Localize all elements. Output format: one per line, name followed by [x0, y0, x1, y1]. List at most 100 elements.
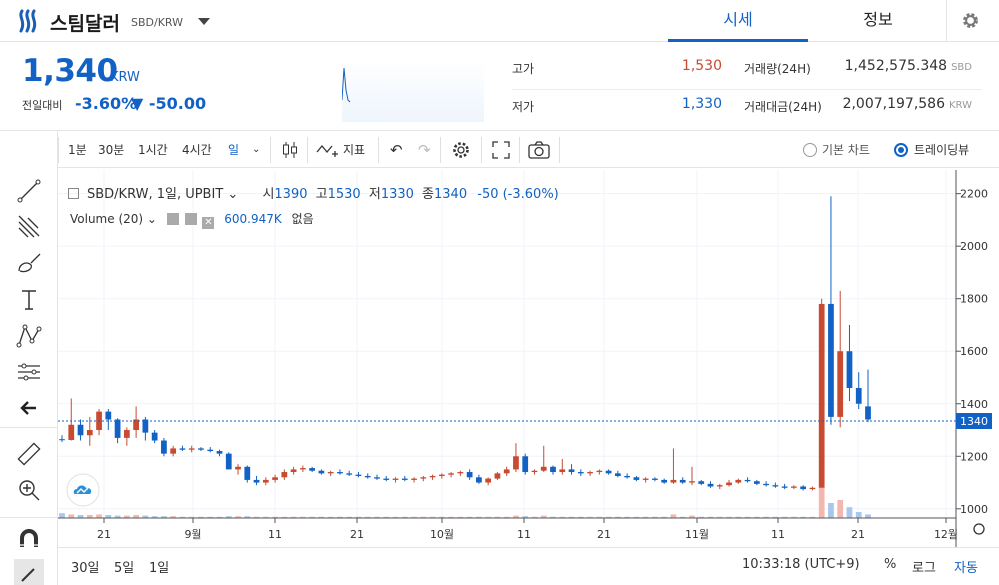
- redo-icon[interactable]: ↷: [418, 131, 431, 169]
- candle-body: [374, 477, 380, 479]
- steem-logo-icon: [19, 9, 37, 33]
- candle-body: [587, 472, 593, 474]
- prediction-tool-icon[interactable]: [14, 357, 44, 387]
- coin-pair: SBD/KRW: [131, 16, 183, 29]
- ruler-icon[interactable]: [14, 439, 44, 469]
- camera-icon[interactable]: [528, 141, 550, 159]
- gear-icon[interactable]: [961, 11, 980, 30]
- tab-market-price[interactable]: 시세: [668, 0, 808, 42]
- volume-bar: [855, 512, 862, 518]
- basic-chart-radio[interactable]: [803, 143, 817, 157]
- candle-body: [327, 472, 334, 474]
- trend-line-icon[interactable]: [14, 176, 44, 206]
- toolbar-divider: [519, 137, 520, 163]
- indicator-icon[interactable]: [316, 142, 340, 158]
- candle-body: [151, 432, 158, 441]
- volume-24h-number: 1,452,575.348: [844, 58, 948, 74]
- range-30d[interactable]: 30일: [71, 557, 100, 576]
- study-visibility-icon[interactable]: [166, 213, 179, 225]
- candle-body: [392, 478, 399, 480]
- candle-body: [809, 487, 816, 490]
- candle-body: [513, 456, 519, 470]
- log-scale-toggle[interactable]: 로그: [912, 557, 936, 576]
- basic-chart-label[interactable]: 기본 차트: [822, 131, 870, 169]
- candle-body: [466, 472, 473, 478]
- candle-body: [837, 351, 844, 417]
- tab-info[interactable]: 정보: [810, 0, 946, 42]
- price-unit: KRW: [110, 70, 140, 85]
- interval-30m[interactable]: 30분: [98, 131, 124, 169]
- candles: [59, 196, 871, 491]
- range-1d[interactable]: 1일: [149, 557, 169, 576]
- candle-body: [596, 470, 603, 473]
- candle-body: [281, 472, 288, 478]
- candle-body: [86, 430, 93, 436]
- current-price: 1,340: [22, 53, 118, 89]
- candle-body: [670, 479, 677, 483]
- x-tick-label: 11: [771, 528, 785, 541]
- x-tick-label: 21: [350, 528, 364, 541]
- magnet-icon[interactable]: [14, 525, 44, 555]
- candle-style-icon[interactable]: [281, 141, 299, 159]
- pattern-tool-icon[interactable]: [14, 321, 44, 351]
- y-tick-label: 1000: [960, 503, 988, 516]
- candle-body: [855, 387, 862, 404]
- volume-24h-value: 1,452,575.348 SBD: [845, 58, 972, 74]
- candle-body: [818, 303, 825, 488]
- pencil-lock-icon[interactable]: [14, 559, 44, 585]
- price-chart[interactable]: 2200 2000 1800 1600 1400 1200 1000 1340 21 9월 11…: [58, 170, 999, 585]
- zoom-in-icon[interactable]: [14, 475, 44, 505]
- legend-collapse-icon[interactable]: [68, 188, 79, 199]
- legend-chevron-down-icon[interactable]: ⌄: [223, 187, 242, 202]
- interval-1d[interactable]: 일: [228, 131, 239, 169]
- candle-body: [411, 478, 417, 480]
- volume-study-label[interactable]: Volume (20): [70, 212, 143, 226]
- coin-name[interactable]: 스팀달러: [50, 9, 120, 36]
- candle-body: [494, 473, 501, 479]
- interval-1h[interactable]: 1시간: [138, 131, 168, 169]
- y-tick-label: 1200: [960, 450, 988, 463]
- study-settings-icon[interactable]: [184, 213, 197, 225]
- chart-settings-gear-icon[interactable]: [451, 140, 471, 160]
- candle-body: [77, 424, 84, 436]
- interval-4h[interactable]: 4시간: [182, 131, 212, 169]
- fib-tool-icon[interactable]: [14, 212, 44, 242]
- candle-body: [846, 351, 853, 388]
- study-close-icon[interactable]: ✕: [202, 217, 215, 229]
- range-5d[interactable]: 5일: [114, 557, 134, 576]
- trading-view-label[interactable]: 트레이딩뷰: [914, 131, 969, 169]
- auto-scale-toggle[interactable]: 자동: [954, 557, 978, 576]
- candle-body: [207, 449, 214, 452]
- low-value: 1,330: [681, 96, 722, 112]
- candle-body: [791, 486, 797, 488]
- text-tool-icon[interactable]: [14, 285, 44, 315]
- percent-scale-toggle[interactable]: %: [884, 557, 896, 572]
- volume-bar: [865, 514, 871, 518]
- toolbar-divider: [559, 137, 560, 163]
- axis-settings-gear-icon[interactable]: [973, 523, 985, 535]
- volume-24h-label: 거래량(24H): [744, 62, 811, 76]
- legend-symbol[interactable]: SBD/KRW, 1일, UPBIT: [87, 187, 223, 202]
- trading-view-radio[interactable]: [894, 143, 908, 157]
- volume-bar: [828, 503, 834, 518]
- cloud-save-icon[interactable]: [66, 473, 100, 507]
- clock[interactable]: 10:33:18 (UTC+9): [742, 557, 860, 572]
- interval-1m[interactable]: 1분: [68, 131, 87, 169]
- x-tick-label: 21: [97, 528, 111, 541]
- volume-legend: Volume (20) ⌄ ✕ 600.947K 없음: [70, 210, 314, 229]
- legend-open-label: 시: [262, 187, 275, 202]
- turnover-24h-value: 2,007,197,586 KRW: [843, 96, 972, 112]
- volume-bars: [59, 488, 871, 518]
- arrow-left-icon[interactable]: [14, 393, 44, 423]
- x-axis-ticks: 21 9월 11 21 10월 11 21 11월 11 21 12월: [97, 518, 958, 541]
- header-divider: [946, 0, 947, 42]
- volume-chevron-down-icon[interactable]: ⌄: [143, 212, 161, 226]
- interval-chevron-down-icon[interactable]: ⌄: [252, 131, 260, 169]
- candle-body: [828, 303, 834, 417]
- undo-icon[interactable]: ↶: [390, 131, 403, 169]
- fullscreen-icon[interactable]: [492, 141, 510, 159]
- indicator-button[interactable]: 지표: [343, 131, 365, 169]
- coin-select-chevron-down-icon[interactable]: [198, 18, 210, 25]
- brush-icon[interactable]: [14, 249, 44, 279]
- x-tick-label: 11: [517, 528, 531, 541]
